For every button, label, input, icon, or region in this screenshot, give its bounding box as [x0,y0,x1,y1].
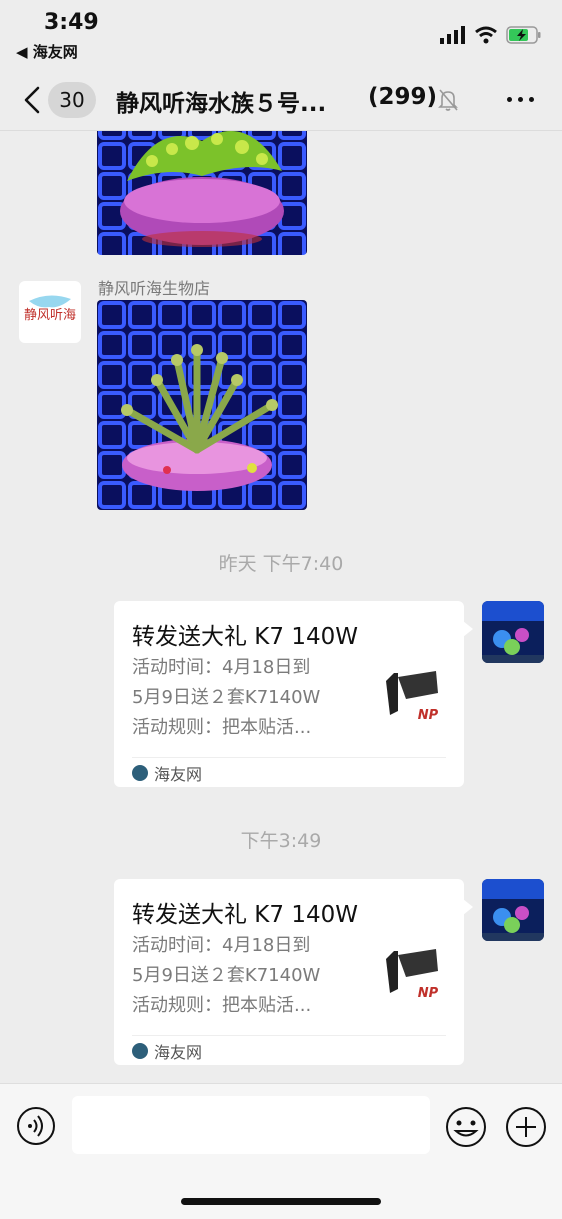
card-source: 海友网 [132,761,202,785]
coral-photo-message[interactable] [97,131,307,255]
status-time: 3:49 [44,10,99,35]
avatar-logo-text: 静风听海 [24,308,76,323]
svg-text:NP: NP [418,986,439,1001]
coral-photo-message[interactable] [97,300,307,510]
member-count: (299) [368,84,438,110]
status-bar: 3:49 ◀ 海友网 [0,0,562,70]
card-desc-line: 活动规则：把本贴活... [132,995,312,1016]
more-functions-plus-icon[interactable] [505,1106,547,1148]
mute-bell-icon [438,89,458,111]
card-title: 转发送大礼 K7 140W [132,624,358,650]
unread-count-badge[interactable]: 30 [48,82,96,118]
message-timestamp: 下午3:49 [240,830,322,852]
chat-header: 30 静风听海水族５号... (299) [0,72,562,131]
battery-charging-icon [506,26,541,44]
message-timestamp: 昨天 下午7:40 [218,553,344,575]
card-desc-line: 活动时间：4月18日到 [132,657,311,678]
emoji-icon[interactable] [445,1106,487,1148]
card-source-name: 海友网 [154,1043,203,1062]
card-source: 海友网 [132,1039,202,1063]
shared-link-card[interactable]: 转发送大礼 K7 140W 活动时间：4月18日到 5月9日送２套K7140W … [114,879,473,1065]
home-indicator [181,1198,381,1205]
my-avatar[interactable] [482,601,544,663]
message-list[interactable]: 静风听海 静风听海生物店 昨天 下午7:40 转发送大礼 K7 140W 活动时… [0,131,562,1083]
card-source-name: 海友网 [154,765,203,784]
wifi-icon [475,26,497,44]
chat-title: 静风听海水族５号... [116,91,327,117]
card-divider [132,757,446,758]
light-fixture-thumbnail: NP [376,941,446,1011]
card-desc-line: 活动规则：把本贴活... [132,717,312,738]
shared-link-card[interactable]: 转发送大礼 K7 140W 活动时间：4月18日到 5月9日送２套K7140W … [114,601,473,787]
status-icons [440,24,542,46]
back-to-app-link[interactable]: ◀ 海友网 [16,41,78,62]
card-desc-line: 5月9日送２套K7140W [132,965,321,986]
cellular-signal-icon [440,26,465,44]
voice-input-icon[interactable] [16,1106,56,1146]
more-options-icon[interactable] [507,97,534,102]
card-description: 活动时间：4月18日到 5月9日送２套K7140W 活动规则：把本贴活... [132,653,357,743]
card-description: 活动时间：4月18日到 5月9日送２套K7140W 活动规则：把本贴活... [132,931,357,1021]
source-logo-icon [132,765,148,781]
svg-text:NP: NP [418,708,439,723]
card-divider [132,1035,446,1036]
card-desc-line: 5月9日送２套K7140W [132,687,321,708]
light-fixture-thumbnail: NP [376,663,446,733]
card-title: 转发送大礼 K7 140W [132,902,358,928]
my-avatar[interactable] [482,879,544,941]
sender-name: 静风听海生物店 [98,279,211,298]
card-desc-line: 活动时间：4月18日到 [132,935,311,956]
sender-avatar[interactable]: 静风听海 [19,281,81,343]
source-logo-icon [132,1043,148,1059]
back-chevron-icon[interactable] [20,85,46,115]
message-input[interactable] [72,1096,430,1154]
